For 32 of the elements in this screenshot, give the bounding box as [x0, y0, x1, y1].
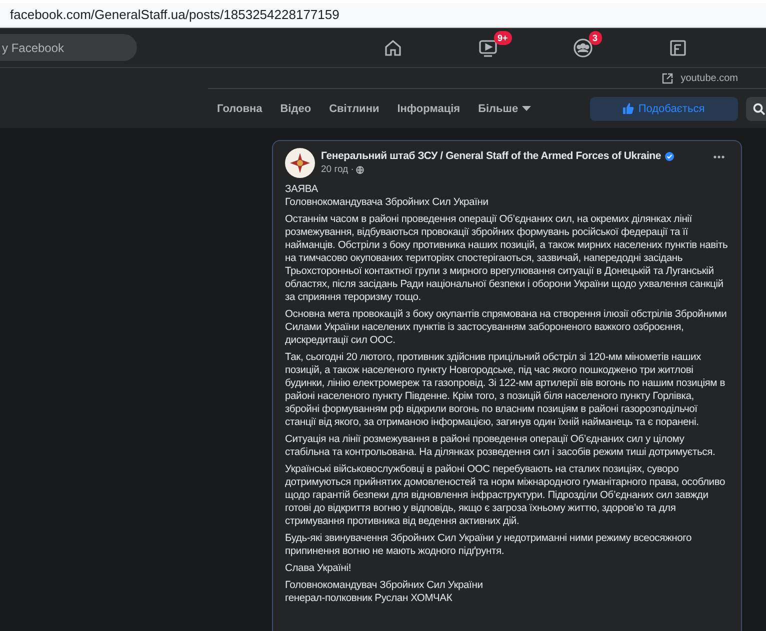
- external-link-icon: [662, 72, 673, 84]
- search-field[interactable]: у Facebook: [0, 34, 137, 61]
- page-tab[interactable]: Інформація: [388, 102, 470, 114]
- page-tab[interactable]: Головна: [208, 102, 272, 114]
- post-text: Основна мета провокацій з боку окупантів спрямована на створення ілюзії обстрілів Збройними Силами України населених пунктів із застосуванням забороненого важкого озброєння, дискредитації сил ООС.: [285, 308, 728, 347]
- external-link[interactable]: youtube.com: [662, 72, 738, 84]
- groups-icon[interactable]: [572, 38, 592, 58]
- video-icon[interactable]: [478, 38, 498, 58]
- notification-badge: 9+: [494, 30, 512, 44]
- post-text: Останнім часом в районі проведення операції Об’єднаних сил, на окремих ділянках лінії розмежування, відбуваються провокації збройних формувань російської федерації та її найманців. Обстріли з боку противника наших позицій, а також мирних населених пунктів навіть на тимчасово окупованих територіях спостерігаються, зазвичай, напередодні засідань Трьохсторонньої контактної групи з мирного врегулювання ситуації в Донецькій та Луганській областях, після засідань Ради національної безпеки і оборони України щодо ухвалення санкцій за сприяння тероризму тощо.: [285, 213, 729, 304]
- post-text: Так, сьогодні 20 лютого, противник здійснив прицільний обстріл зі 120-мм мінометів наших позицій, а також населеного пункту Новгородське, під час якого пошкоджено три житлові будинки, лінію електромереж та газопровід. Зі 122-мм артилерії вів вогонь по нашим позиціям в районі населеного пункту Південне. Крім того, з позицій біля населеного пункту Горлівка, збройні формуванням рф відкрили вогонь по власним позиціям в районі газорозподільчої станції від якого, за отриманою інформацією, загинув один їхній найманець та є поранені.: [285, 351, 726, 429]
- notification-badge: 3: [588, 30, 602, 44]
- gaming-icon[interactable]: [668, 38, 688, 58]
- home-icon[interactable]: [382, 38, 402, 58]
- post-text: Головнокомандувача Збройних Сил України: [285, 196, 490, 209]
- globe-icon: [356, 166, 364, 174]
- post-time[interactable]: 20 год ·: [321, 164, 354, 175]
- post-text: генерал-полковник Руслан ХОМЧАК: [285, 592, 454, 605]
- page-tab[interactable]: Більше: [469, 102, 540, 114]
- author-name[interactable]: Генеральний штаб ЗСУ / General Staff of the Armed Forces of Ukraine: [321, 150, 662, 162]
- post-text: ЗАЯВА: [285, 183, 319, 196]
- post-text: Головнокомандувач Збройних Сил України: [285, 579, 484, 592]
- post-text: Слава Україні!: [285, 562, 352, 575]
- search-icon: [753, 102, 765, 114]
- page-tab[interactable]: Відео: [271, 102, 320, 114]
- emblem-avatar[interactable]: [285, 148, 315, 178]
- thumbs-up-icon: [623, 103, 634, 114]
- post-text: Будь-які звинувачення Збройних Сил України у недотриманні ними режиму всеосяжного припинення вогню не мають жодного підґрунтя.: [285, 532, 692, 558]
- post-text: Ситуація на лінії розмежування в районі проведення операції Об’єднаних сил у цілому стабільна та контрольована. На ділянках розведення сил і засобів режим тиші дотримується.: [285, 433, 716, 459]
- page-tab[interactable]: Світлини: [320, 102, 388, 114]
- search-button[interactable]: [746, 96, 766, 120]
- post-text: Українські військовослужбовці в районі ООС перебувають на сталих позиціях, суворо дотримуються прийнятих домовленостей та норм міжнародного гуманітарного права, особливо щодо гарантій безпеки для відновлення інфраструктури. Підрозділи Об’єднаних сил завжди готові до відкриття вогню у відповідь, якщо є загроза їхньому життю, здоров’ю та для стримування противника від ведення активних дій.: [285, 463, 726, 528]
